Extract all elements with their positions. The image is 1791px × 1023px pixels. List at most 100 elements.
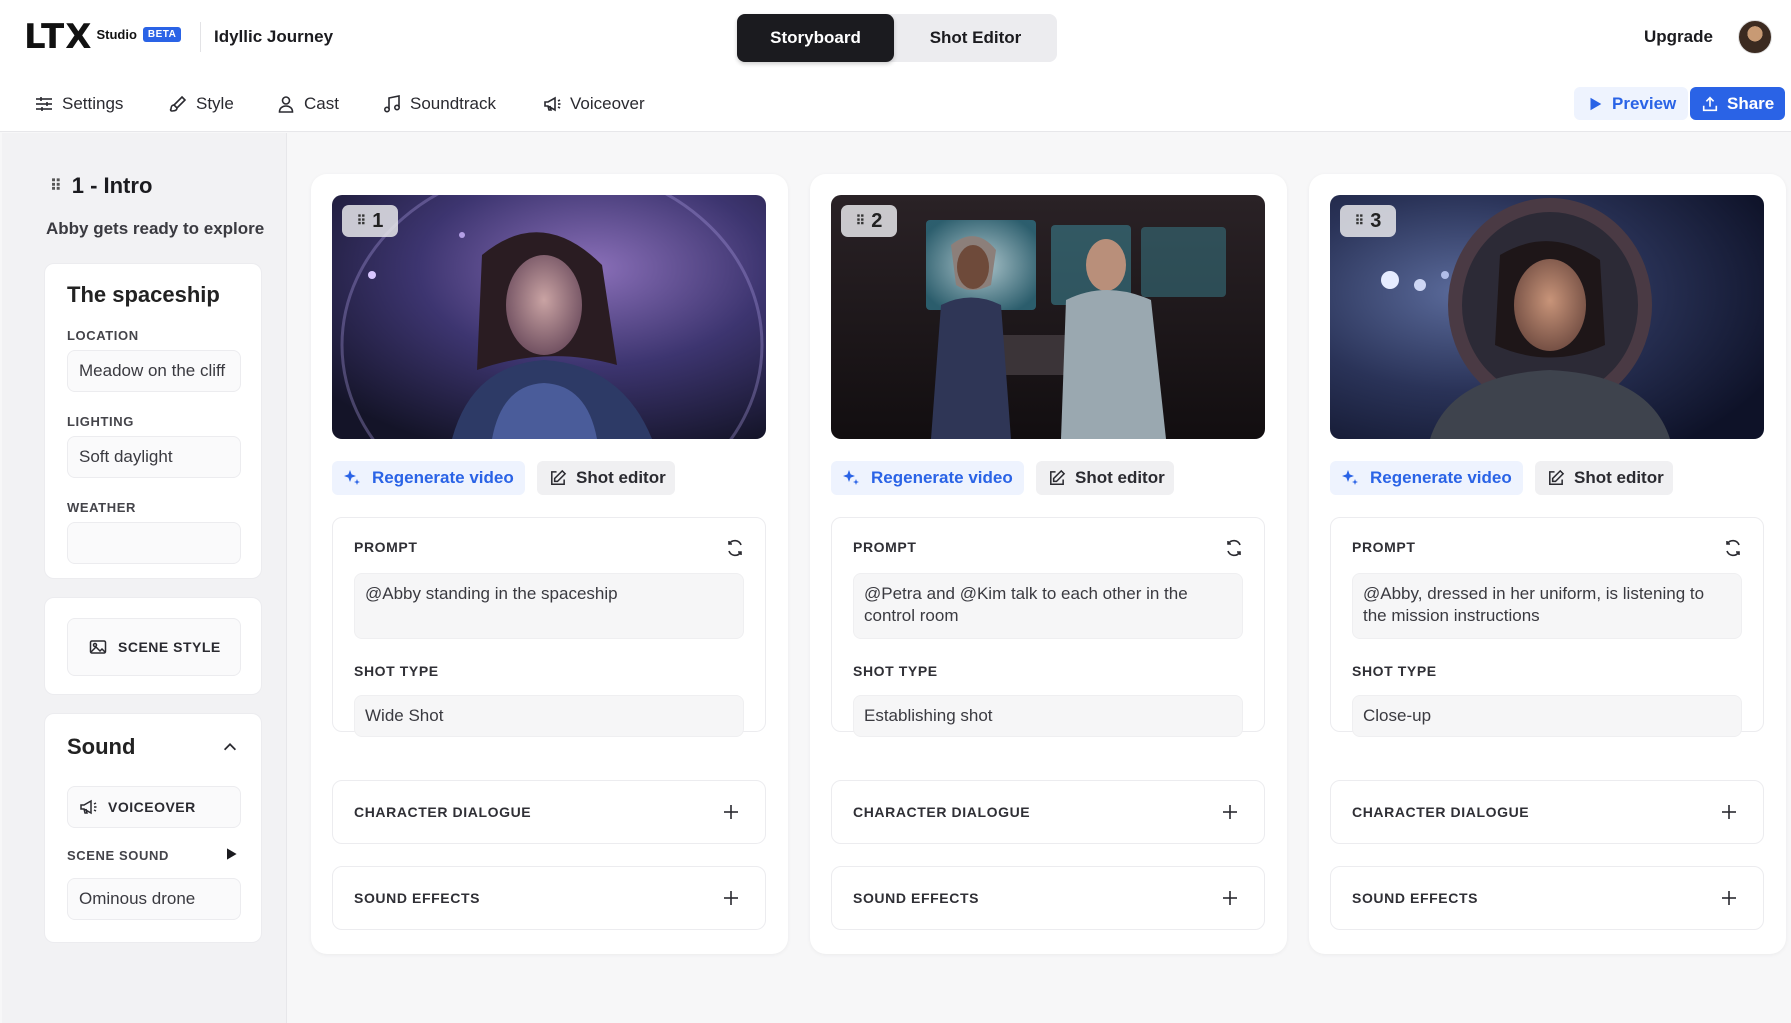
brush-icon bbox=[169, 95, 187, 112]
shot-number-badge[interactable]: ⠿ 2 bbox=[841, 205, 897, 237]
scene-style-button[interactable]: SCENE STYLE bbox=[67, 618, 241, 676]
top-bar: LTX Studio BETA Idyllic Journey Storyboa… bbox=[0, 0, 1791, 75]
regenerate-video-button[interactable]: Regenerate video bbox=[831, 461, 1024, 495]
soundtrack-button[interactable]: Soundtrack bbox=[382, 91, 496, 117]
regenerate-label: Regenerate video bbox=[1370, 468, 1512, 487]
sound-effects-section[interactable]: SOUND EFFECTS bbox=[332, 866, 766, 930]
cast-button[interactable]: Cast bbox=[276, 91, 339, 117]
chevron-up-icon[interactable] bbox=[221, 738, 239, 756]
prompt-label: PROMPT bbox=[1352, 539, 1416, 555]
prompt-input[interactable]: @Petra and @Kim talk to each other in th… bbox=[853, 573, 1243, 639]
upgrade-button[interactable]: Upgrade bbox=[1630, 18, 1727, 56]
character-dialogue-section[interactable]: CHARACTER DIALOGUE bbox=[1330, 780, 1764, 844]
sound-effects-label: SOUND EFFECTS bbox=[853, 890, 980, 906]
shot-thumbnail[interactable]: ⠿ 1 bbox=[332, 195, 766, 439]
settings-label: Settings bbox=[62, 94, 124, 113]
scene-subtitle: Abby gets ready to explore bbox=[46, 219, 265, 238]
shot-thumbnail[interactable]: ⠿ 2 bbox=[831, 195, 1265, 439]
shot-editor-button[interactable]: Shot editor bbox=[537, 461, 675, 495]
scene-title: 1 - Intro bbox=[71, 173, 153, 198]
location-field[interactable]: Meadow on the cliff bbox=[67, 350, 241, 392]
scene-heading[interactable]: ⠿ 1 - Intro bbox=[50, 173, 152, 199]
shot-editor-label: Shot editor bbox=[1075, 468, 1165, 487]
weather-field[interactable] bbox=[67, 522, 241, 564]
play-icon bbox=[1590, 97, 1602, 110]
drag-handle-icon[interactable]: ⠿ bbox=[1355, 213, 1364, 229]
project-toolbar: Settings Style Cast Soundtrack Voiceover… bbox=[0, 75, 1791, 132]
setting-title[interactable]: The spaceship bbox=[67, 282, 220, 308]
regenerate-video-button[interactable]: Regenerate video bbox=[1330, 461, 1523, 495]
scene-panel: ⠿ 1 - Intro Abby gets ready to explore T… bbox=[2, 133, 287, 1023]
shot-editor-button[interactable]: Shot editor bbox=[1535, 461, 1673, 495]
drag-handle-icon[interactable]: ⠿ bbox=[856, 213, 865, 229]
settings-button[interactable]: Settings bbox=[34, 91, 123, 117]
plus-icon[interactable] bbox=[1220, 888, 1240, 908]
sparkle-icon bbox=[843, 470, 859, 485]
sound-title: Sound bbox=[67, 734, 136, 759]
regenerate-label: Regenerate video bbox=[372, 468, 514, 487]
style-button[interactable]: Style bbox=[168, 91, 234, 117]
refresh-icon[interactable] bbox=[1224, 538, 1244, 558]
sound-effects-section[interactable]: SOUND EFFECTS bbox=[1330, 866, 1764, 930]
project-title[interactable]: Idyllic Journey bbox=[214, 27, 333, 47]
shot-editor-button[interactable]: Shot editor bbox=[1036, 461, 1174, 495]
plus-icon[interactable] bbox=[1719, 802, 1739, 822]
drag-handle-icon[interactable]: ⠿ bbox=[50, 176, 62, 196]
sound-effects-label: SOUND EFFECTS bbox=[1352, 890, 1479, 906]
shot-card: ⠿ 3 Regenerate video Shot editor PROMPT … bbox=[1309, 174, 1786, 954]
shot-thumbnail[interactable]: ⠿ 3 bbox=[1330, 195, 1764, 439]
shot-type-field[interactable]: Close-up bbox=[1352, 695, 1742, 737]
plus-icon[interactable] bbox=[721, 888, 741, 908]
share-button[interactable]: Share bbox=[1690, 87, 1786, 120]
shot-editor-label: Shot editor bbox=[1574, 468, 1664, 487]
lighting-field[interactable]: Soft daylight bbox=[67, 436, 241, 478]
sparkle-icon bbox=[344, 470, 360, 485]
app-logo[interactable]: LTX Studio BETA bbox=[24, 20, 182, 54]
refresh-icon[interactable] bbox=[1723, 538, 1743, 558]
prompt-input[interactable]: @Abby standing in the spaceship bbox=[354, 573, 744, 639]
plus-icon[interactable] bbox=[1719, 888, 1739, 908]
regenerate-video-button[interactable]: Regenerate video bbox=[332, 461, 525, 495]
voiceover-pill-label: VOICEOVER bbox=[108, 799, 196, 815]
voiceover-button[interactable]: Voiceover bbox=[542, 91, 645, 117]
drag-handle-icon[interactable]: ⠿ bbox=[357, 213, 366, 229]
prompt-section: PROMPT @Petra and @Kim talk to each othe… bbox=[831, 517, 1265, 737]
avatar[interactable] bbox=[1738, 20, 1772, 54]
tab-shot-editor[interactable]: Shot Editor bbox=[894, 14, 1057, 62]
logo-studio: Studio bbox=[96, 26, 137, 42]
preview-label: Preview bbox=[1612, 93, 1677, 113]
play-icon[interactable] bbox=[223, 846, 239, 862]
sound-effects-section[interactable]: SOUND EFFECTS bbox=[831, 866, 1265, 930]
regenerate-label: Regenerate video bbox=[871, 468, 1013, 487]
beta-badge: BETA bbox=[142, 26, 182, 42]
scene-settings-card: The spaceship LOCATION Meadow on the cli… bbox=[44, 263, 262, 579]
scene-sound-label: SCENE SOUND bbox=[67, 848, 169, 863]
tab-storyboard[interactable]: Storyboard bbox=[737, 14, 894, 62]
character-dialogue-section[interactable]: CHARACTER DIALOGUE bbox=[332, 780, 766, 844]
prompt-input[interactable]: @Abby, dressed in her uniform, is listen… bbox=[1352, 573, 1742, 639]
shot-type-label: SHOT TYPE bbox=[354, 663, 439, 679]
plus-icon[interactable] bbox=[1220, 802, 1240, 822]
shot-number-badge[interactable]: ⠿ 1 bbox=[342, 205, 398, 237]
edit-icon bbox=[1549, 469, 1565, 485]
soundtrack-label: Soundtrack bbox=[410, 94, 496, 113]
character-dialogue-section[interactable]: CHARACTER DIALOGUE bbox=[831, 780, 1265, 844]
preview-button[interactable]: Preview bbox=[1574, 87, 1689, 120]
shot-type-label: SHOT TYPE bbox=[853, 663, 938, 679]
shot-card: ⠿ 1 Regenerate video Shot editor PROMPT … bbox=[311, 174, 788, 954]
upload-icon bbox=[1702, 96, 1718, 111]
plus-icon[interactable] bbox=[721, 802, 741, 822]
voiceover-pill[interactable]: VOICEOVER bbox=[67, 786, 241, 828]
shot-type-field[interactable]: Wide Shot bbox=[354, 695, 744, 737]
user-icon bbox=[278, 96, 294, 113]
shot-type-field[interactable]: Establishing shot bbox=[853, 695, 1243, 737]
sound-effects-label: SOUND EFFECTS bbox=[354, 890, 481, 906]
shot-number: 2 bbox=[871, 209, 883, 232]
shot-number-badge[interactable]: ⠿ 3 bbox=[1340, 205, 1396, 237]
edit-icon bbox=[551, 469, 567, 485]
prompt-section: PROMPT @Abby, dressed in her uniform, is… bbox=[1330, 517, 1764, 737]
scene-sound-field[interactable]: Ominous drone bbox=[67, 878, 241, 920]
megaphone-icon bbox=[544, 96, 561, 112]
refresh-icon[interactable] bbox=[725, 538, 745, 558]
edit-icon bbox=[1050, 469, 1066, 485]
